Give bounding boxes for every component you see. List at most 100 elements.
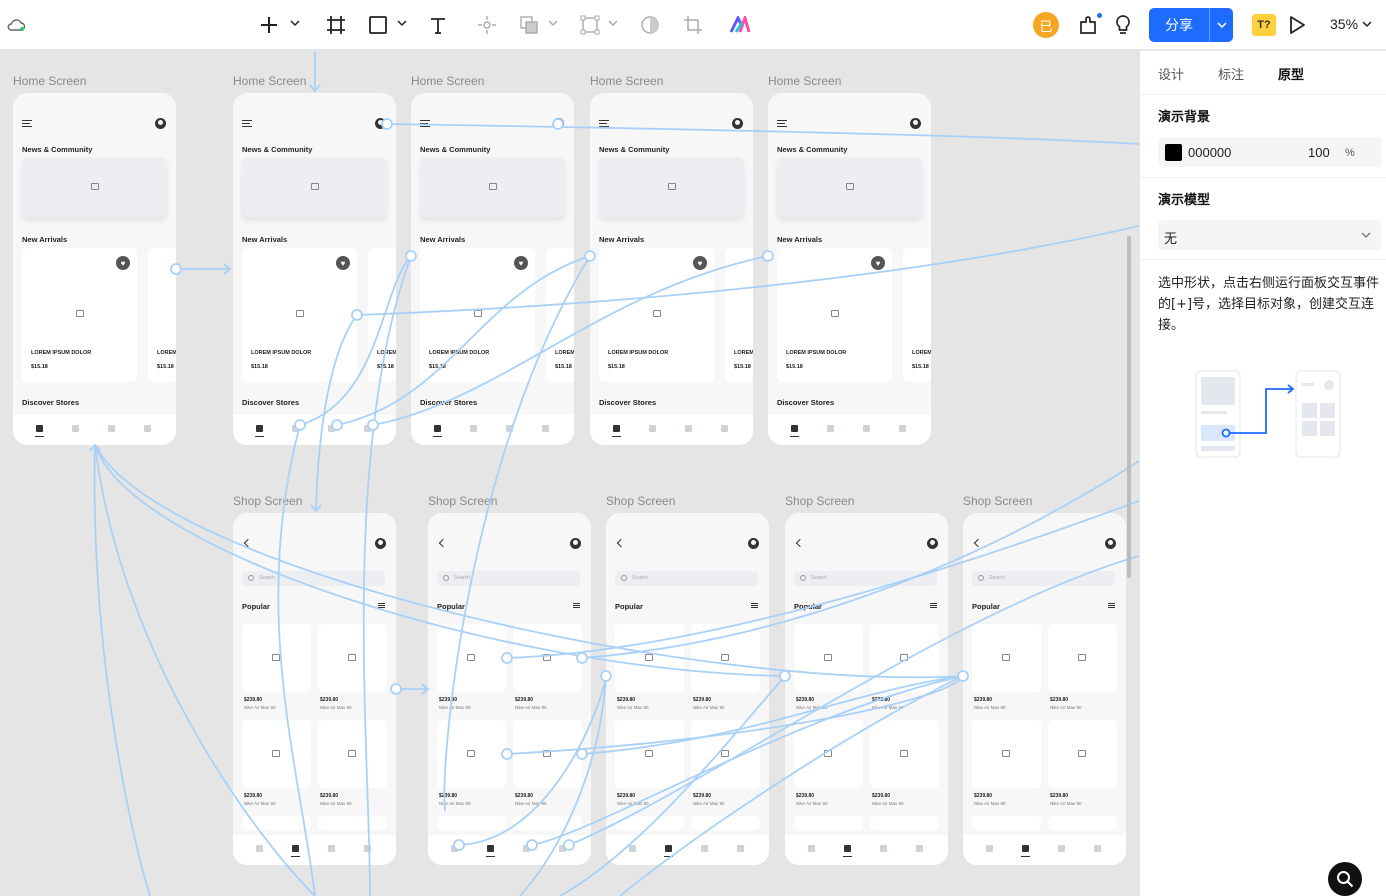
chevron-down-icon — [1362, 21, 1372, 28]
news-banner — [242, 157, 387, 217]
tile-price: $239.80 — [1050, 793, 1069, 799]
cloud-sync-icon[interactable] — [6, 12, 26, 38]
product-card: LOREM IPSUM DOLOR $15.18 — [903, 248, 931, 382]
home-screen-frame[interactable]: News & Community New Arrivals ♥ LOREM IPSUM… — [13, 93, 176, 445]
tile-name: Nike Air Max 90 — [796, 801, 828, 806]
frame-label-shop[interactable]: Shop Screen — [963, 494, 1032, 508]
frame-label-shop[interactable]: Shop Screen — [785, 494, 854, 508]
canvas-vertical-scrollbar[interactable] — [1127, 236, 1131, 578]
component-tool-icon[interactable] — [580, 12, 600, 38]
tile-price: $239.80 — [974, 697, 993, 703]
section-background-title: 演示背景 — [1158, 110, 1211, 125]
section-title: Popular — [794, 602, 822, 611]
background-color-field[interactable]: 000000 100 % — [1158, 137, 1381, 167]
tile-price: $239.80 — [244, 697, 263, 703]
model-value: 无 — [1164, 231, 1178, 246]
mask-tool-icon[interactable] — [640, 12, 660, 38]
chevron-down-icon[interactable] — [397, 19, 407, 27]
menu-icon — [22, 120, 32, 127]
rectangle-tool-icon[interactable] — [368, 12, 388, 38]
home-screen-frame[interactable]: News & Community New Arrivals ♥ LOREM IPSUM… — [590, 93, 753, 445]
menu-icon — [599, 120, 609, 127]
chevron-down-icon[interactable] — [548, 19, 558, 27]
frame-label-shop[interactable]: Shop Screen — [606, 494, 675, 508]
product-name: LOREM IPSUM DOLOR — [377, 350, 396, 356]
cart-icon — [721, 425, 728, 432]
cart-icon — [899, 425, 906, 432]
lightbulb-icon[interactable] — [1113, 12, 1133, 38]
shop-screen-frame[interactable]: Search Popular $239.80 Nike Air Max 90 $239.… — [785, 513, 948, 865]
product-card: ♥ LOREM IPSUM DOLOR $15.18 — [22, 248, 137, 382]
frame-label-shop[interactable]: Shop Screen — [233, 494, 302, 508]
search-placeholder: Search — [454, 575, 470, 581]
search-bar: Search — [972, 571, 1115, 586]
image-placeholder-icon — [272, 750, 280, 757]
home-icon — [612, 425, 621, 437]
tab-design[interactable]: 设计 — [1158, 64, 1184, 83]
news-banner — [22, 157, 167, 217]
shop-screen-frame[interactable]: Search Popular $239.80 Nike Air Max 90 $239.… — [606, 513, 769, 865]
add-icon[interactable] — [258, 12, 280, 38]
tab-inspect[interactable]: 标注 — [1218, 64, 1244, 83]
tile-name: Nike Air Max 90 — [515, 705, 547, 710]
chevron-down-icon[interactable] — [290, 19, 300, 27]
frame-label-shop[interactable]: Shop Screen — [428, 494, 497, 508]
heart-icon: ♥ — [514, 256, 528, 270]
user-icon — [155, 118, 166, 129]
shop-screen-frame[interactable]: Search Popular $239.80 Nike Air Max 90 $239.… — [963, 513, 1126, 865]
tab-prototype[interactable]: 原型 — [1278, 64, 1304, 83]
text-check-badge[interactable]: T? — [1252, 14, 1276, 36]
move-tool-icon[interactable] — [476, 12, 498, 38]
user-icon — [375, 118, 386, 129]
tab-bar — [13, 415, 176, 445]
shop-screen-frame[interactable]: Search Popular $239.80 Nike Air Max 90 $239.… — [428, 513, 591, 865]
crop-tool-icon[interactable] — [683, 12, 703, 38]
chevron-down-icon[interactable] — [608, 19, 618, 27]
search-bar: Search — [794, 571, 937, 586]
frame-label-home[interactable]: Home Screen — [768, 74, 841, 88]
play-icon[interactable] — [1288, 12, 1306, 38]
image-placeholder-icon — [645, 654, 653, 661]
search-bar: Search — [615, 571, 758, 586]
tile-price: $239.80 — [872, 793, 891, 799]
search-icon — [248, 575, 254, 581]
connection-line[interactable] — [93, 444, 151, 896]
home-screen-frame[interactable]: News & Community New Arrivals ♥ LOREM IPSUM… — [411, 93, 574, 445]
frame-tool-icon[interactable] — [325, 12, 347, 38]
opacity-value[interactable]: 100 — [1308, 145, 1330, 160]
frame-label-home[interactable]: Home Screen — [411, 74, 484, 88]
frame-label-home[interactable]: Home Screen — [590, 74, 663, 88]
frame-label-home[interactable]: Home Screen — [233, 74, 306, 88]
tab-bar — [233, 835, 396, 865]
product-price: $15.18 — [251, 364, 268, 370]
home-screen-frame[interactable]: News & Community New Arrivals ♥ LOREM IPSUM… — [768, 93, 931, 445]
boolean-tool-icon[interactable] — [519, 12, 539, 38]
grid-icon — [664, 845, 673, 857]
ai-plugin-icon[interactable] — [729, 12, 751, 38]
share-button[interactable]: 分享 — [1149, 8, 1233, 42]
user-avatar[interactable]: 已 — [1033, 12, 1059, 38]
model-select[interactable]: 无 — [1158, 220, 1381, 250]
top-toolbar: 已 分享 T? 35% — [0, 0, 1386, 50]
search-button[interactable] — [1328, 862, 1362, 896]
design-canvas[interactable]: Home Screen News & Community New Arrivals ♥… — [0, 51, 1139, 896]
image-placeholder-icon — [543, 750, 551, 757]
tile-name: Nike Air Max 90 — [439, 705, 471, 710]
text-tool-icon[interactable] — [428, 12, 448, 38]
home-screen-frame[interactable]: News & Community New Arrivals ♥ LOREM IPSUM… — [233, 93, 396, 445]
grid-icon — [72, 425, 79, 432]
product-card: ♥ LOREM IPSUM DOLOR $15.18 — [420, 248, 535, 382]
shop-screen-frame[interactable]: Search Popular $239.80 Nike Air Max 90 $239.… — [233, 513, 396, 865]
heart-icon — [328, 425, 335, 432]
connection-arrow — [310, 504, 322, 513]
heart-icon: ♥ — [871, 256, 885, 270]
product-name: LOREM IPSUM DOLOR — [734, 350, 753, 356]
section-title: News & Community — [22, 145, 93, 154]
color-hex-value[interactable]: 000000 — [1188, 145, 1231, 160]
color-swatch[interactable] — [1165, 144, 1182, 161]
zoom-control[interactable]: 35% — [1330, 16, 1372, 32]
grid-icon — [291, 845, 300, 857]
tile-name: Nike Air Max 90 — [1050, 705, 1082, 710]
frame-label-home[interactable]: Home Screen — [13, 74, 86, 88]
chevron-down-icon[interactable] — [1210, 21, 1233, 29]
